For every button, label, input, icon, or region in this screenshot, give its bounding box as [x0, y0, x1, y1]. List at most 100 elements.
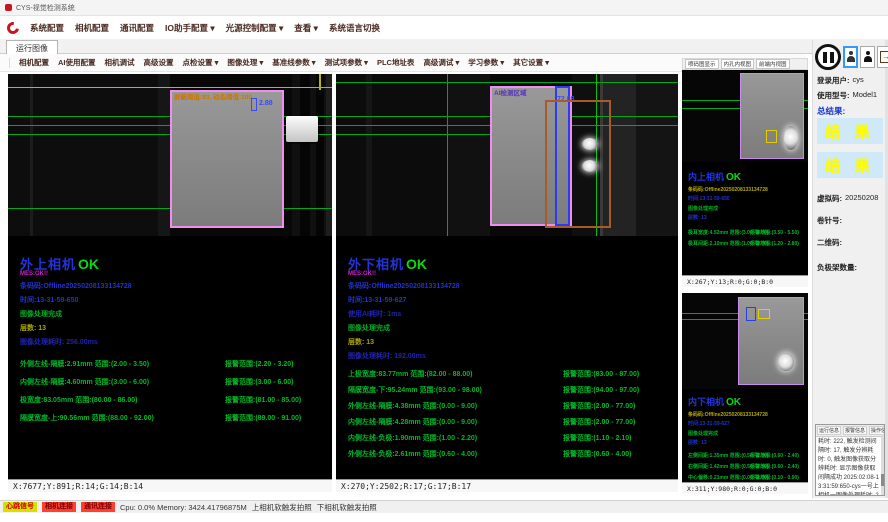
login-user-button[interactable] — [843, 46, 858, 68]
cursor-pixel-status: X:267;Y:13;R:0;G:0;B:0 — [682, 275, 808, 287]
window-title: CYS-视觉检测系统 — [16, 3, 75, 13]
image-background-stripe — [316, 74, 324, 236]
outer-lower-camera-viewport[interactable]: AI检测区域 72.88 — [336, 74, 678, 236]
layer-count-line: 层数: 13 — [688, 439, 804, 446]
menu-item-comm-config[interactable]: 通讯配置 — [120, 22, 154, 34]
menu-item-camera-config[interactable]: 相机配置 — [75, 22, 109, 34]
tool-item-advanced-settings[interactable]: 高级设置 — [144, 57, 174, 68]
inner-upper-result-text: 内上相机 OK 条码码:Offline20250208133134728 时间:… — [688, 170, 804, 247]
log-text: 耗时: 222, 触发检测间隔时: 17, 触发分辨耗时: 0, 触发图像获取分… — [816, 437, 884, 496]
menu-item-view[interactable]: 查看 ▾ — [294, 22, 318, 34]
time-line: 时间:13-31-59-627 — [688, 420, 804, 427]
result-ok-label: OK — [78, 256, 99, 272]
log-scrollbar-thumb[interactable] — [881, 474, 884, 486]
tool-item-ai-usage-config[interactable]: AI使用配置 — [58, 57, 96, 68]
alarm-range: 报警范围:(1.10 - 2.10) — [563, 433, 631, 443]
app-icon — [5, 4, 12, 11]
tool-item-camera-config[interactable]: 相机配置 — [19, 57, 49, 68]
threshold-overlay-label: 屏蔽阈值:93, 动态阈值:100 — [174, 91, 252, 101]
tool-item-advanced-debug[interactable]: 高级调试 ▾ — [423, 57, 459, 68]
outer-upper-camera-viewport[interactable]: 屏蔽阈值:93, 动态阈值:100 2.88 — [8, 74, 332, 236]
model-label: 使用型号: — [817, 90, 850, 101]
alarm-range: 报警范围:(89.00 - 91.00) — [225, 413, 301, 423]
neg-rack-count-row: 负极架数量: — [817, 262, 885, 273]
time-line: 时间:13-31-59-627 — [348, 295, 674, 305]
exit-door-icon — [880, 51, 888, 63]
toolbar-separator — [9, 58, 10, 68]
sidebar-button-row — [815, 44, 888, 70]
menu-item-light-control-config[interactable]: 光源控制配置 ▾ — [226, 22, 284, 34]
inner-upper-camera-viewport[interactable] — [682, 70, 808, 162]
alarm-range: 报警范围:(3.00 - 6.00) — [225, 377, 293, 387]
tool-item-other-settings[interactable]: 其它设置 ▾ — [513, 57, 549, 68]
processing-done-line: 图像处理完成 — [348, 323, 674, 333]
measurement-value: 内侧左线-隔膜:4.60mm 范围:(3.00 - 6.00) — [20, 377, 225, 387]
qr-label: 二维码: — [817, 237, 842, 248]
inner-lower-camera-viewport[interactable] — [682, 293, 808, 389]
tool-item-test-params[interactable]: 测试项参数 ▾ — [325, 57, 368, 68]
virtual-code-row: 虚拟码: 20250208 — [817, 193, 885, 204]
measurement-row: 隔膜宽度-上:90.56mm 范围:(88.00 - 92.00)报警范围:(8… — [20, 413, 328, 423]
log-scrollbar[interactable] — [881, 434, 884, 495]
cursor-pixel-status: X:7677;Y:891;R:14;G:14;B:14 — [8, 479, 332, 492]
virtual-code-label: 虚拟码: — [817, 193, 842, 204]
camera-title: 内上相机 — [688, 170, 724, 183]
image-background-stripe — [326, 74, 332, 236]
neg-rack-count-label: 负极架数量: — [817, 262, 857, 273]
measurement-value: 极宽度:83.05mm 范围:(80.00 - 86.00) — [20, 395, 225, 405]
log-tabs: 运行信息 报警信息 操作信息 — [816, 425, 884, 437]
menu-item-language-switch[interactable]: 系统语言切换 — [329, 22, 380, 34]
measurement-row: 外侧左线-隔膜:4.38mm 范围:(0.00 - 9.00)报警范围:(2.0… — [348, 401, 674, 411]
log-tab-alarm-info[interactable]: 报警信息 — [843, 426, 867, 435]
inner-lower-result-text: 内下相机 OK 条码码:Offline20250208133134728 时间:… — [688, 395, 804, 481]
time-line: 时间:13-31-59-650 — [20, 295, 328, 305]
alarm-range: 报警范围:(81.00 - 85.00) — [225, 395, 301, 405]
measurement-row: 极耳宽度:4.52mm 范围:(3.00 - 6.00)报警范围:(3.50 -… — [688, 229, 804, 236]
alarm-range: 报警范围:(0.10 - 0.90) — [750, 474, 799, 481]
roi-box — [545, 100, 611, 228]
mini-tab-front-view[interactable]: 前端内视图 — [756, 59, 790, 69]
total-result-label: 总结果: — [817, 105, 845, 117]
model-row: 使用型号: Model1 — [817, 90, 885, 101]
measurement-rows: 外侧左线-隔膜:2.91mm 范围:(2.00 - 3.50)报警范围:(2.2… — [20, 359, 328, 423]
tool-item-camera-debug[interactable]: 相机调试 — [105, 57, 135, 68]
tool-item-baseline-params[interactable]: 基准线参数 ▾ — [272, 57, 315, 68]
menu-item-system-config[interactable]: 系统配置 — [30, 22, 64, 34]
green-measure-line-vertical — [447, 74, 448, 236]
measurement-row: 内侧左线-负极:1.90mm 范围:(1.00 - 2.20)报警范围:(1.1… — [348, 433, 674, 443]
heartbeat-badge: 心跳信号 — [3, 502, 37, 512]
app-window: CYS-视觉检测系统 系统配置 相机配置 通讯配置 IO助手配置 ▾ 光源控制配… — [0, 0, 888, 522]
green-measure-line — [336, 82, 678, 83]
layer-count-line: 层数: 13 — [348, 337, 674, 347]
tool-item-image-processing[interactable]: 图像处理 ▾ — [227, 57, 263, 68]
exit-button[interactable] — [877, 46, 888, 68]
log-tab-run-info[interactable]: 运行信息 — [817, 426, 841, 435]
alarm-range: 报警范围:(2.00 - 77.00) — [563, 401, 635, 411]
measurement-value: 右侧间距:1.42mm 范围:(0.50 - 2.50) — [688, 463, 750, 470]
measurement-row: 上极宽度:83.77mm 范围:(82.00 - 88.00)报警范围:(83.… — [348, 369, 674, 379]
processing-done-line: 图像处理完成 — [688, 205, 804, 212]
needle-row: 卷针号: — [817, 215, 885, 226]
tool-item-spot-check[interactable]: 点检设置 ▾ — [183, 57, 219, 68]
image-background-stripe — [158, 74, 170, 236]
measurement-rows: 极耳宽度:4.52mm 范围:(3.00 - 6.00)报警范围:(3.50 -… — [688, 229, 804, 247]
ai-time-line: 使用AI耗时: 1ms — [348, 309, 674, 319]
result-display-1: 结 果 — [817, 118, 883, 144]
mini-tab-inner-hole-view[interactable]: 内孔内视图 — [721, 59, 755, 69]
menu-item-io-assistant-config[interactable]: IO助手配置 ▾ — [165, 22, 215, 34]
operator-button[interactable] — [860, 46, 875, 68]
detected-cell-region — [170, 90, 284, 228]
mini-tab-code-image[interactable]: 喷码图显示 — [685, 59, 719, 69]
time-line: 时间:13-31-59-650 — [688, 195, 804, 202]
measure-marker-box — [251, 98, 257, 111]
image-background-stripe — [636, 74, 678, 236]
tab-strip: 运行图像 — [0, 39, 888, 54]
tool-item-plc-address-table[interactable]: PLC地址表 — [377, 57, 415, 68]
pause-icon — [830, 52, 834, 63]
result-display-2: 结 果 — [817, 152, 883, 178]
tool-item-learning-params[interactable]: 学习参数 ▾ — [468, 57, 504, 68]
processing-time-line: 图像处理耗时: 192.00ms — [348, 351, 674, 361]
pause-button[interactable] — [815, 44, 841, 70]
alarm-range: 报警范围:(83.00 - 87.00) — [563, 369, 639, 379]
camera-connect-badge: 相机连接 — [42, 502, 76, 512]
